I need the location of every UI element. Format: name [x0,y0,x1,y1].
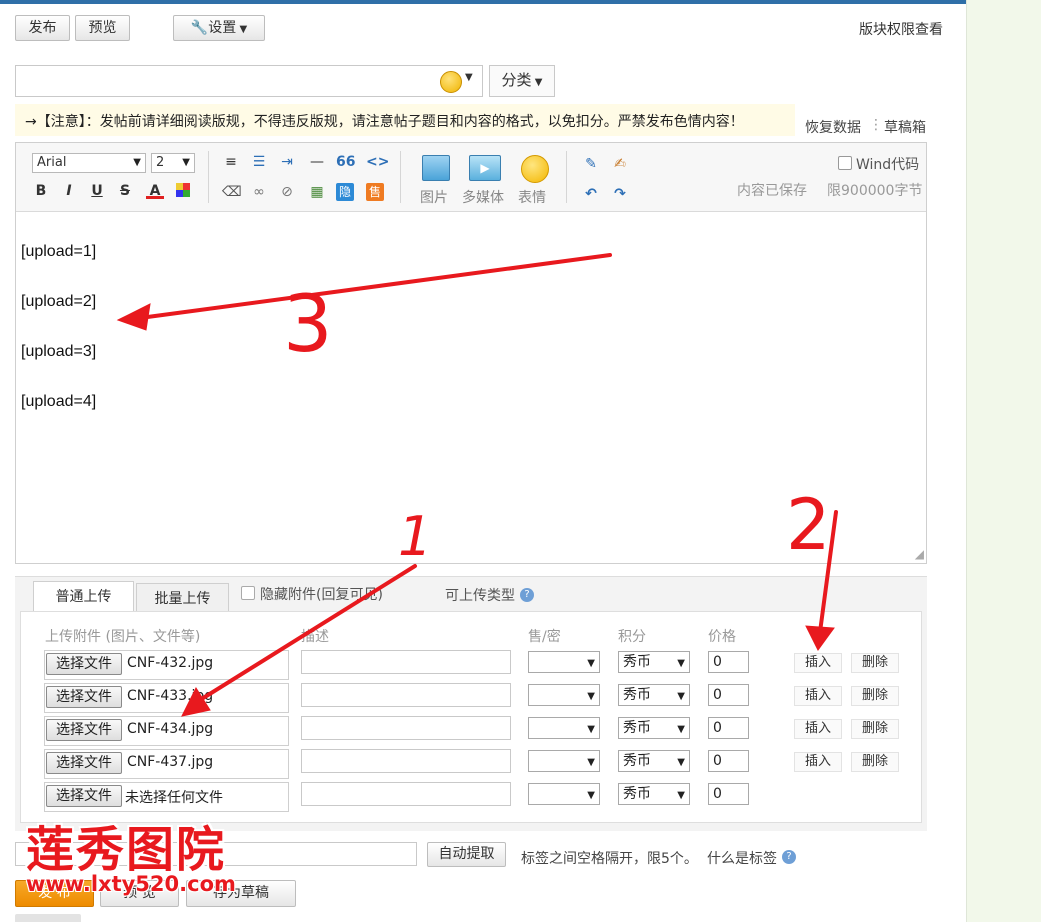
annotation-number-3: 3 [283,280,333,370]
arrow-2-head [805,625,835,651]
arrow-1-shaft [198,564,417,702]
watermark-logo: 莲秀图院 [26,822,227,878]
annotation-number-2: 2 [786,484,831,566]
watermark-url: www.lxty520.com [26,872,236,896]
annotation-arrows [116,253,838,717]
arrow-3-head [116,303,151,331]
annotation-number-1: 1 [398,505,433,568]
arrow-1-head [181,686,211,717]
arrow-3-shaft [138,253,612,320]
